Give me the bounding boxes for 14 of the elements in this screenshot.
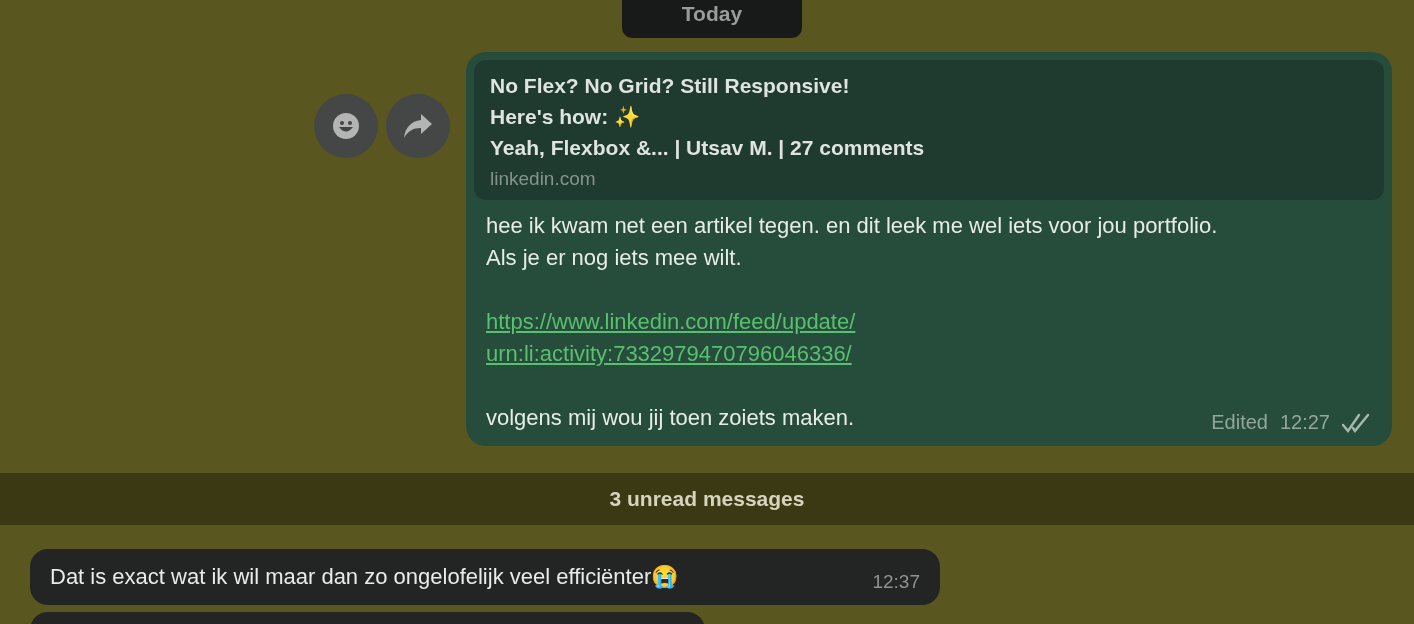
preview-title: Here's how: ✨ [490, 104, 642, 130]
preview-title: No Flex? No Grid? Still Responsive! [490, 73, 851, 99]
message-time: 12:37 [872, 571, 920, 593]
message-time: 12:27 [1279, 411, 1330, 434]
link-preview[interactable]: No Flex? No Grid? Still Responsive! Here's how: ✨ Yeah, Flexbox &... | Utsav M. | 27 comments linkedin.com [474, 60, 1384, 200]
message-text: volgens mij wou jij toen zoiets maken. [486, 404, 855, 432]
smiley-icon [332, 112, 360, 140]
message-link[interactable]: https://www.linkedin.com/feed/update/ urn:li:activity:7332979470796046336/ [486, 306, 856, 370]
message-text: hee ik kwam net een artikel tegen. en dit leek me wel iets voor jou portfolio. Als je er nog iets mee wilt. [486, 212, 1219, 272]
preview-domain: linkedin.com [490, 168, 597, 190]
message-text: Dat is exact wat ik wil maar dan zo ongelofelijk veel efficiënter😭 [50, 564, 679, 590]
forward-icon [403, 113, 433, 139]
edited-label: Edited [1211, 411, 1268, 434]
preview-title: Yeah, Flexbox &... | Utsav M. | 27 comments [490, 135, 926, 161]
